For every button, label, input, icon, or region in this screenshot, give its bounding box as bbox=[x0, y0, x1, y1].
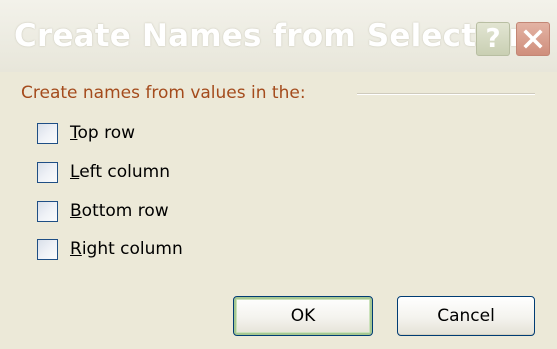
cancel-button[interactable]: Cancel bbox=[397, 296, 535, 336]
right-column-checkbox[interactable] bbox=[37, 238, 58, 260]
right-column-label: Right column bbox=[70, 238, 183, 260]
bottom-row-label-text: ottom row bbox=[81, 201, 169, 221]
right-column-accelerator: R bbox=[70, 239, 82, 259]
left-column-checkbox[interactable] bbox=[37, 161, 58, 183]
top-row-accelerator: T bbox=[70, 123, 78, 143]
title-bar[interactable]: Create Names from Selection ? bbox=[0, 0, 557, 72]
option-top-row[interactable]: Top row bbox=[37, 120, 135, 146]
option-left-column[interactable]: Left column bbox=[37, 159, 170, 185]
bottom-row-label: Bottom row bbox=[70, 200, 169, 222]
option-bottom-row[interactable]: Bottom row bbox=[37, 198, 169, 224]
create-names-dialog: Create Names from Selection ? Create nam… bbox=[0, 0, 557, 349]
help-icon: ? bbox=[485, 24, 501, 54]
left-column-label-text: eft column bbox=[79, 162, 170, 182]
dialog-title: Create Names from Selection bbox=[14, 18, 531, 54]
bottom-row-accelerator: B bbox=[70, 201, 82, 221]
ok-button[interactable]: OK bbox=[233, 296, 373, 336]
option-right-column[interactable]: Right column bbox=[37, 236, 183, 262]
right-column-label-text: ight column bbox=[81, 239, 183, 259]
top-row-label: Top row bbox=[70, 122, 135, 144]
left-column-label: Left column bbox=[70, 161, 170, 183]
help-button[interactable]: ? bbox=[476, 22, 510, 56]
close-x-icon bbox=[523, 29, 543, 49]
left-column-accelerator: L bbox=[70, 162, 80, 182]
top-row-label-text: op row bbox=[77, 123, 136, 143]
bottom-row-checkbox[interactable] bbox=[37, 200, 58, 222]
group-label: Create names from values in the: bbox=[21, 83, 306, 103]
group-divider bbox=[357, 93, 535, 95]
top-row-checkbox[interactable] bbox=[37, 122, 58, 144]
close-button[interactable] bbox=[516, 22, 550, 56]
